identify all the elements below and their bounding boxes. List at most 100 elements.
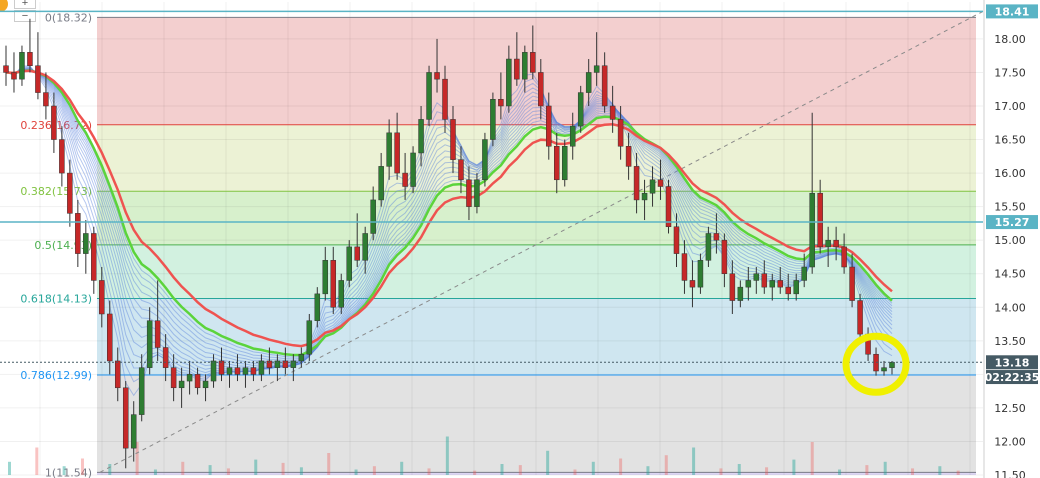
candle-body [250, 367, 257, 375]
candle-body [506, 58, 512, 107]
candle-body [99, 280, 105, 315]
volume-bar [281, 462, 285, 475]
y-tick-label: 18.00 [994, 33, 1026, 46]
candle-body [561, 145, 568, 181]
volume-bar [473, 470, 477, 475]
volume-bar [810, 442, 814, 475]
volume-bar [153, 469, 157, 475]
candle-body [617, 119, 624, 147]
candle-body [522, 52, 528, 80]
price-chart[interactable]: 0(18.32)0.236(16.72)0.382(15.73)0.5(14.9… [0, 0, 1040, 478]
candle-body [466, 179, 472, 207]
y-tick-label: 14.00 [994, 301, 1026, 314]
volume-bar [619, 458, 623, 475]
volume-bar [8, 461, 11, 475]
candle-body [554, 145, 560, 181]
candle-body [633, 166, 640, 201]
candle-body [210, 360, 217, 382]
volume-bar [327, 453, 331, 475]
volume-bar [792, 459, 796, 475]
candle-body [849, 266, 855, 301]
volume-bar [35, 447, 39, 475]
volume-bar [956, 470, 960, 475]
candle-body [801, 266, 807, 281]
candle-body [386, 132, 392, 167]
candle-body [601, 65, 608, 107]
candle-body [226, 367, 233, 375]
candle-body [114, 360, 121, 389]
candle-body [418, 119, 424, 154]
candle-body [67, 172, 73, 214]
candle-body [75, 213, 81, 254]
candle-body [362, 233, 368, 261]
volume-bar [646, 466, 650, 475]
candle-body [322, 260, 329, 295]
volume-bar [737, 464, 741, 475]
candle-body [370, 199, 376, 234]
volume-bar [911, 468, 915, 475]
candle-body [809, 192, 815, 268]
y-tick-label: 11.50 [994, 469, 1026, 478]
candle-body [490, 99, 496, 140]
volume-bar [400, 461, 404, 475]
candle-body [330, 260, 337, 308]
candle-body [130, 414, 137, 449]
candle-body [530, 52, 536, 73]
volume-bar [181, 461, 185, 475]
candle-body [649, 179, 656, 194]
candle-body [641, 192, 648, 201]
volume-bar [518, 465, 522, 475]
candle-body [817, 192, 823, 248]
candle-body [729, 273, 736, 301]
candle-body [154, 320, 161, 348]
candle-body [11, 72, 17, 80]
candle-body [59, 139, 65, 174]
candle-body [162, 347, 169, 368]
candle-body [306, 320, 313, 355]
y-tick-label: 17.50 [994, 66, 1026, 79]
volume-bar [591, 461, 595, 475]
candle-body [514, 58, 520, 80]
volume-bar [445, 436, 449, 475]
candle-body [498, 99, 504, 107]
candle-body [202, 380, 209, 389]
candle-body [577, 92, 584, 127]
candle-body [434, 72, 440, 80]
candle-body [665, 186, 672, 228]
candle-body [474, 179, 480, 207]
candle-body [705, 233, 712, 261]
candle-body [410, 152, 416, 187]
volume-bar [108, 464, 112, 475]
volume-bar [354, 469, 358, 475]
candle-body [170, 367, 177, 389]
fib-label: 1(11.54) [45, 466, 92, 478]
candle-body [234, 367, 241, 375]
candle-body [657, 179, 664, 187]
candle-body [402, 172, 408, 187]
price-axis: 18.00 17.50 17.00 16.50 16.00 15.50 15.00 14.50… [983, 0, 1040, 478]
volume-bar [299, 467, 303, 475]
candle-body [745, 280, 752, 288]
candle-body [482, 139, 488, 181]
volume-bar [865, 465, 869, 475]
candle-body [753, 273, 760, 281]
volume-bar [883, 461, 887, 475]
candle-body [546, 105, 552, 147]
candle-body [3, 65, 9, 73]
volume-bar [500, 464, 504, 475]
candle-body [889, 362, 895, 368]
candle-body [107, 313, 113, 362]
candle-body [218, 360, 225, 375]
candle-body [426, 72, 432, 120]
volume-bar [62, 466, 66, 475]
candle-body [442, 78, 448, 120]
candle-body [881, 367, 887, 372]
candle-body [242, 367, 249, 375]
candle-body [458, 159, 464, 181]
fib-label: 0(18.32) [45, 11, 92, 24]
volume-bar [254, 459, 258, 475]
candle-body [777, 280, 784, 288]
candle-body [609, 105, 616, 120]
y-tick-label: 15.50 [994, 201, 1026, 214]
candle-body [721, 239, 728, 274]
